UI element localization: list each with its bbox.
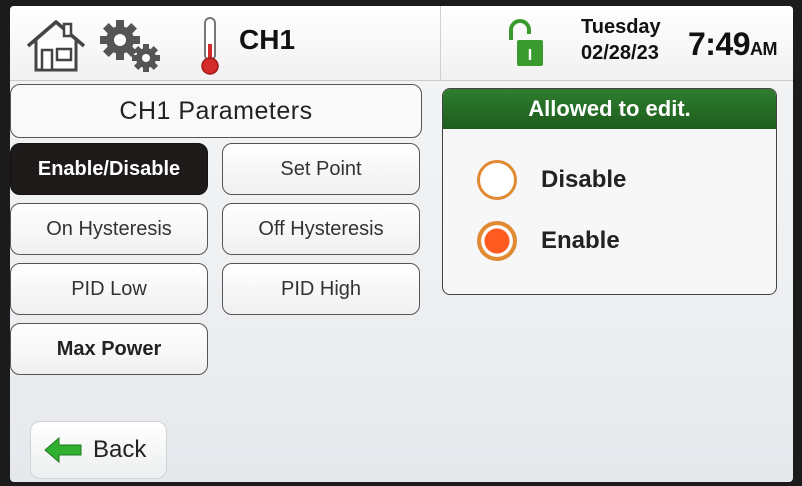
disable-radio[interactable] <box>477 160 517 200</box>
max-power-button[interactable]: Max Power <box>10 323 208 375</box>
svg-text:I: I <box>528 47 532 64</box>
set-point-button[interactable]: Set Point <box>222 143 420 195</box>
clock: 7:49AM <box>688 26 778 63</box>
back-button[interactable]: Back <box>30 421 167 479</box>
edit-panel-header: Allowed to edit. <box>443 89 776 129</box>
parameters-title: CH1 Parameters <box>10 84 422 138</box>
clock-ampm: AM <box>750 39 778 59</box>
enable-label: Enable <box>541 227 620 254</box>
disable-label: Disable <box>541 166 627 193</box>
day-of-week: Tuesday <box>581 16 661 38</box>
pid-high-button[interactable]: PID High <box>222 263 420 315</box>
back-arrow-icon <box>44 436 82 464</box>
edit-panel: Allowed to edit. Disable Enable <box>442 88 777 295</box>
top-bar: CH1 I Tuesday 02/28/23 7:49AM <box>10 6 793 81</box>
enable-disable-button[interactable]: Enable/Disable <box>10 143 208 195</box>
back-label: Back <box>93 436 147 463</box>
enable-radio[interactable] <box>477 221 517 261</box>
thermometer-icon[interactable] <box>195 16 225 76</box>
on-hysteresis-button[interactable]: On Hysteresis <box>10 203 208 255</box>
clock-time: 7:49 <box>688 26 751 62</box>
enable-option[interactable]: Enable <box>477 221 620 261</box>
off-hysteresis-button[interactable]: Off Hysteresis <box>222 203 420 255</box>
channel-title: CH1 <box>239 24 296 55</box>
settings-gear-icon[interactable] <box>96 18 166 74</box>
unlocked-padlock-icon[interactable]: I <box>507 18 545 68</box>
header-divider <box>440 6 441 80</box>
date-display: 02/28/23 <box>581 42 659 64</box>
home-icon[interactable] <box>24 16 88 74</box>
device-screen: CH1 I Tuesday 02/28/23 7:49AM CH1 Parame… <box>10 6 793 482</box>
disable-option[interactable]: Disable <box>477 160 626 200</box>
pid-low-button[interactable]: PID Low <box>10 263 208 315</box>
